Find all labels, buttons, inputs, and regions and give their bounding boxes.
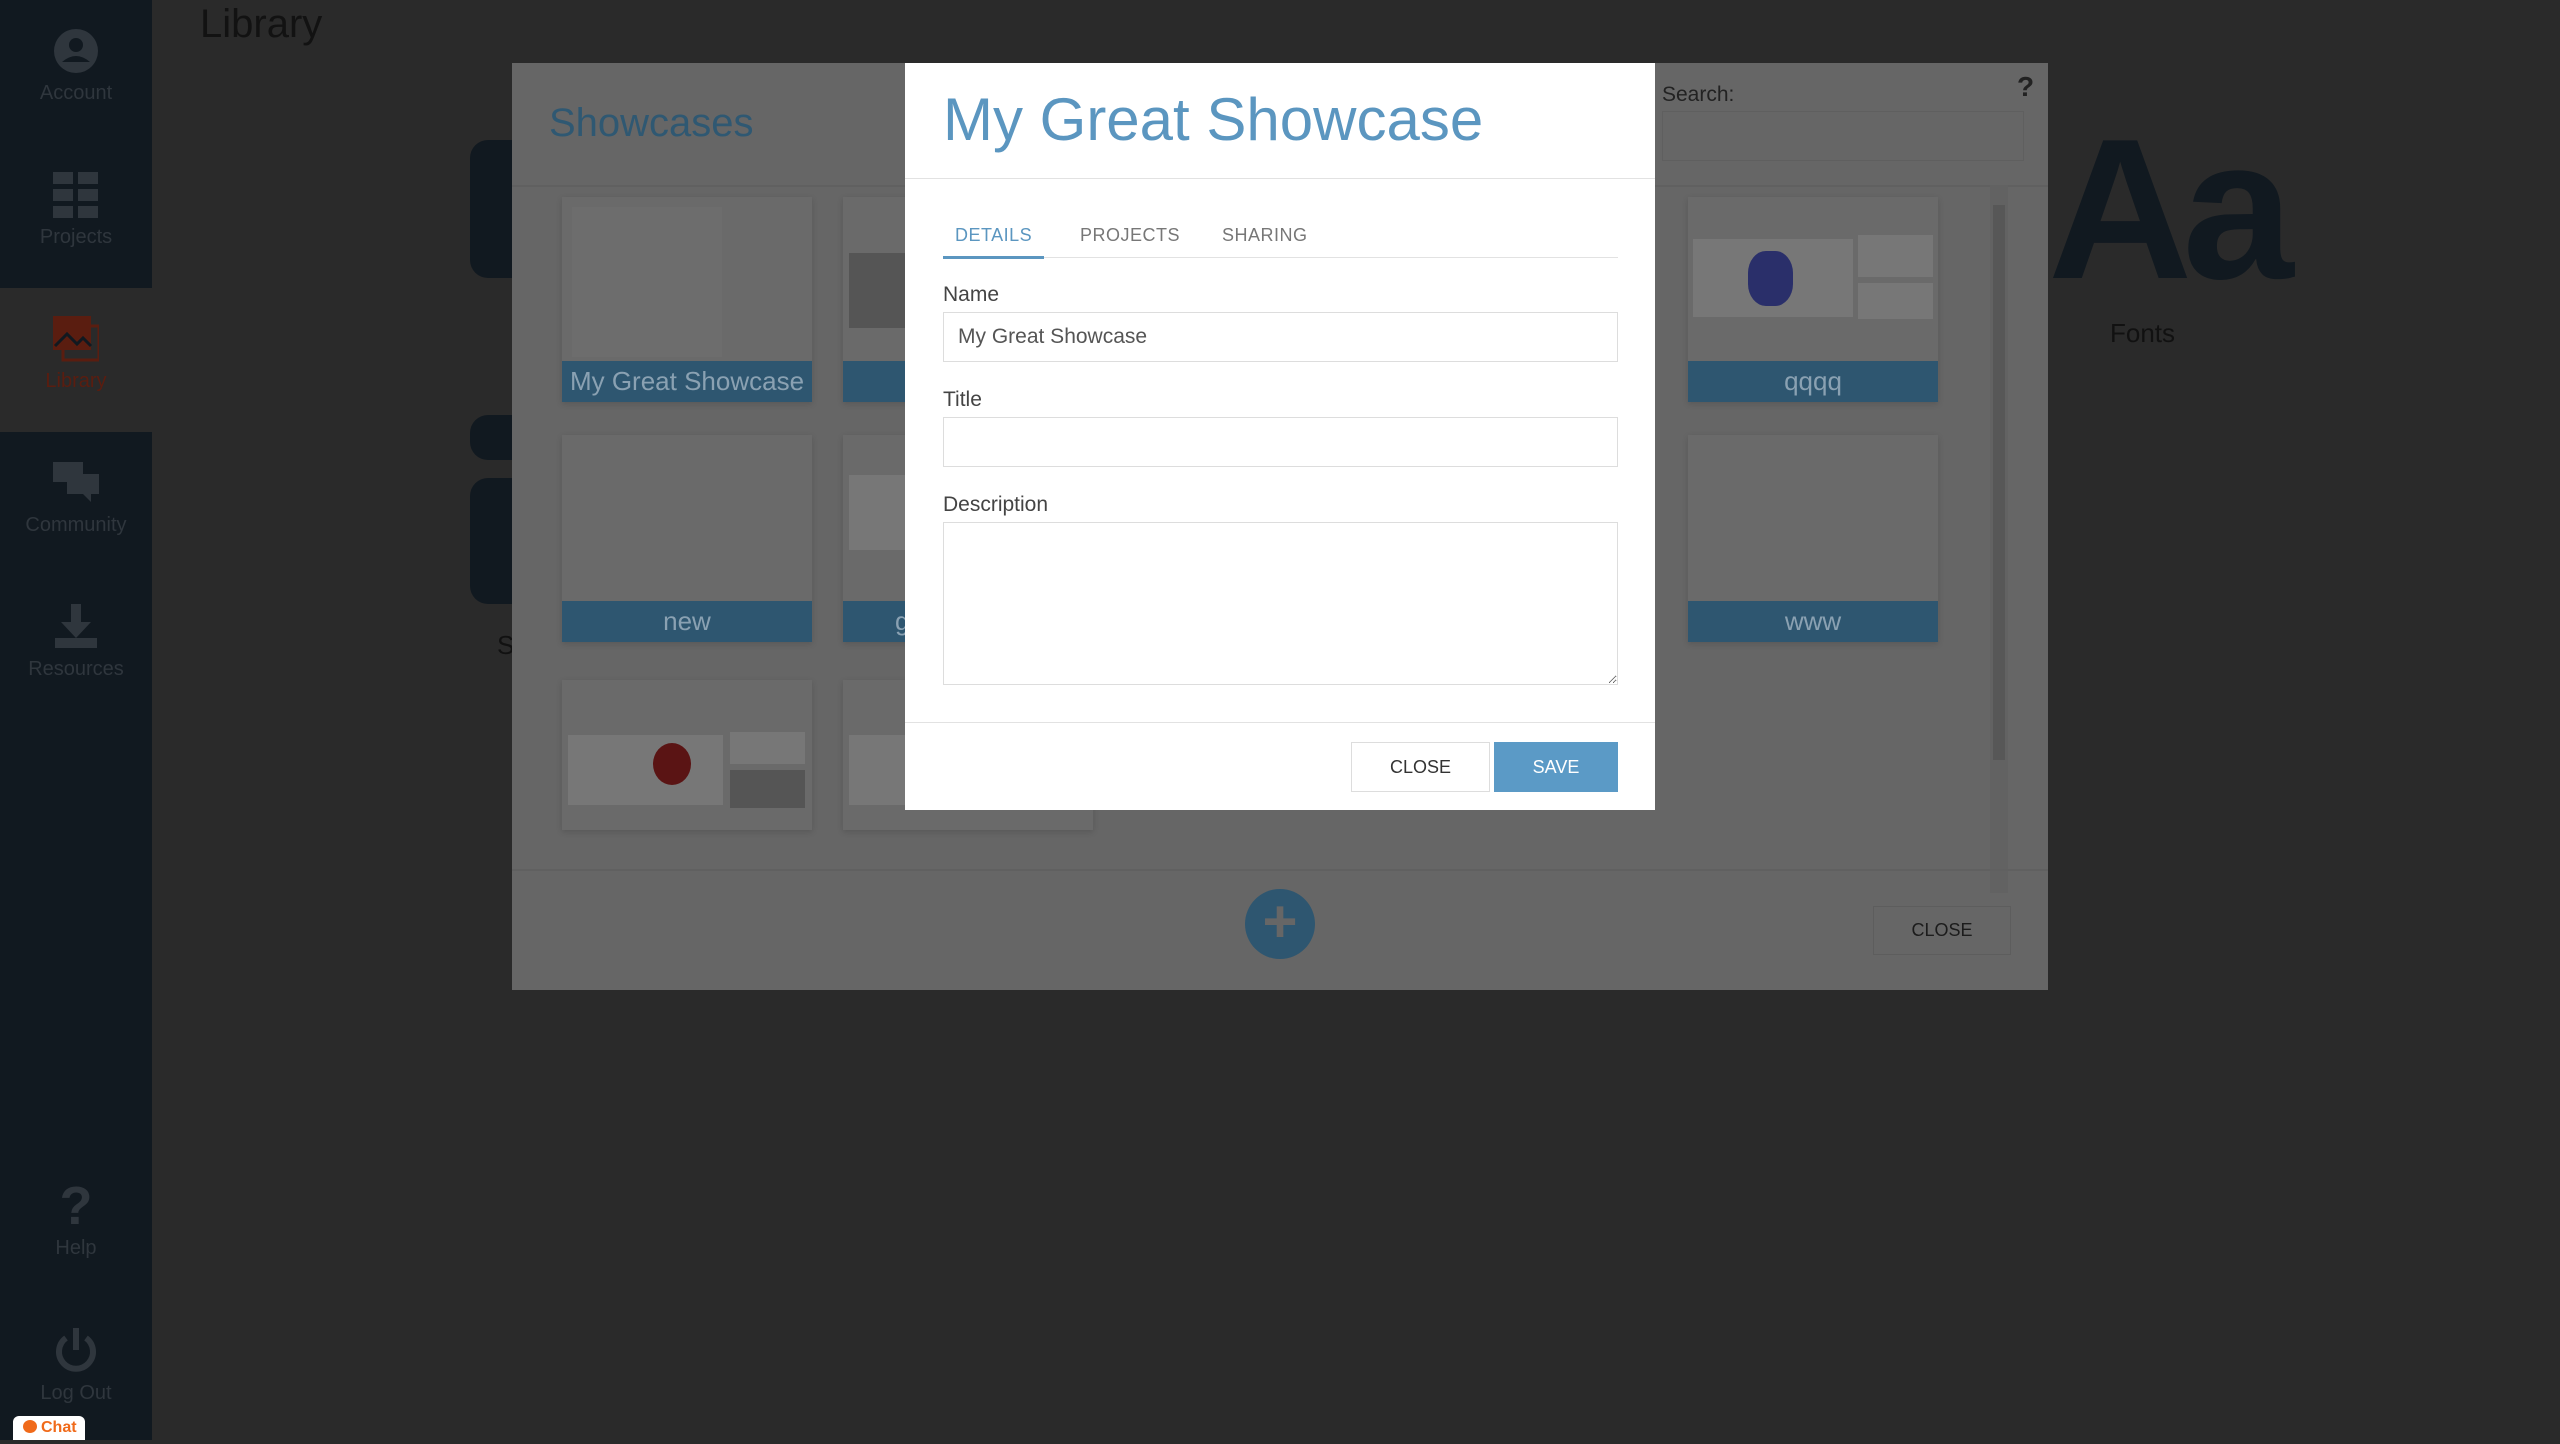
tab-sharing[interactable]: SHARING <box>1222 225 1308 246</box>
showcase-card-label: My Great Showcase <box>562 361 812 402</box>
showcase-card[interactable]: www <box>1688 435 1938 642</box>
edit-showcase-dialog: My Great Showcase DETAILS PROJECTS SHARI… <box>905 63 1655 810</box>
chat-bubble-icon <box>23 1420 37 1433</box>
account-icon <box>54 29 98 73</box>
sidebar-item-resources[interactable]: Resources <box>0 576 152 720</box>
sidebar-item-community[interactable]: Community <box>0 432 152 576</box>
add-showcase-button[interactable]: + <box>1245 889 1315 959</box>
sidebar-item-label: Library <box>45 370 107 392</box>
showcase-card[interactable]: qqqq <box>1688 197 1938 402</box>
image-stack-icon <box>53 316 99 362</box>
part-thumbnail <box>730 732 805 764</box>
sidebar-item-label: Projects <box>39 226 113 248</box>
part-thumbnail <box>1858 235 1933 277</box>
divider <box>905 178 1655 179</box>
close-button[interactable]: CLOSE <box>1351 742 1490 792</box>
showcase-card[interactable]: new <box>562 435 812 642</box>
chat-label: Chat <box>41 1419 77 1436</box>
active-tab-indicator <box>943 256 1044 259</box>
bike-thumbnail <box>730 770 805 808</box>
showcase-card[interactable]: My Great Showcase <box>562 197 812 402</box>
scrollbar-thumb[interactable] <box>1993 205 2005 760</box>
save-button[interactable]: SAVE <box>1494 742 1618 792</box>
chat-bubbles-icon <box>53 462 99 502</box>
sidebar-item-help[interactable]: ? Help <box>0 1155 152 1299</box>
search-label: Search: <box>1662 83 1735 106</box>
name-label: Name <box>943 283 1000 306</box>
divider <box>512 869 2048 871</box>
tab-projects[interactable]: PROJECTS <box>1080 225 1180 246</box>
sidebar: Account Projects Library Community Resou… <box>0 0 152 1440</box>
fonts-tile-glyph[interactable]: Aa <box>2048 95 2294 325</box>
page-title: Library <box>200 2 323 46</box>
sidebar-item-label: Resources <box>28 658 124 680</box>
fonts-tile-label: Fonts <box>2110 318 2176 348</box>
sidebar-item-label: Log Out <box>40 1382 112 1404</box>
sidebar-item-label: Community <box>25 514 127 536</box>
sidebar-item-projects[interactable]: Projects <box>0 144 152 288</box>
title-input[interactable] <box>943 417 1618 467</box>
sidebar-item-label: Account <box>39 82 113 104</box>
showcases-close-button[interactable]: CLOSE <box>1873 906 2011 955</box>
download-icon <box>55 604 97 648</box>
dialog-title: My Great Showcase <box>943 86 1484 153</box>
divider <box>905 722 1655 723</box>
help-icon[interactable]: ? <box>2017 71 2034 103</box>
title-label: Title <box>943 388 982 411</box>
sidebar-item-account[interactable]: Account <box>0 0 152 144</box>
chat-button[interactable]: Chat <box>13 1416 85 1440</box>
search-input[interactable] <box>1662 111 2024 161</box>
scrollbar[interactable] <box>1990 185 2008 893</box>
engine-thumbnail <box>1693 239 1853 317</box>
showcase-card-label: new <box>562 601 812 642</box>
name-input[interactable] <box>943 312 1618 362</box>
robot-thumbnail <box>568 735 723 805</box>
grid-icon <box>53 172 98 218</box>
showcase-card-label: qqqq <box>1688 361 1938 402</box>
description-label: Description <box>943 493 1049 516</box>
description-textarea[interactable] <box>943 522 1618 685</box>
part-thumbnail <box>1858 283 1933 319</box>
divider <box>943 257 1618 258</box>
power-icon <box>56 1328 96 1372</box>
question-icon: ? <box>59 1176 93 1236</box>
showcase-card-label: www <box>1688 601 1938 642</box>
tab-details[interactable]: DETAILS <box>955 225 1032 246</box>
sidebar-item-library[interactable]: Library <box>0 288 152 432</box>
sidebar-item-label: Help <box>55 1237 97 1259</box>
showcase-card[interactable] <box>562 680 812 830</box>
showcases-title: Showcases <box>549 101 754 145</box>
